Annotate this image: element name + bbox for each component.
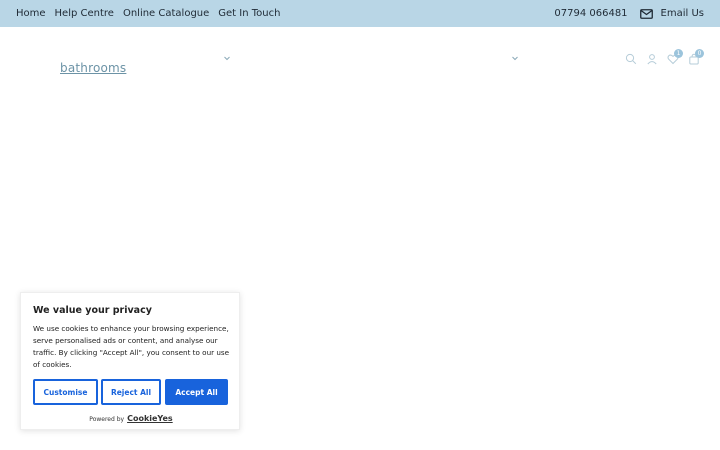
top-utility-bar: Home Help Centre Online Catalogue Get In… <box>0 0 720 27</box>
powered-by: Powered by CookieYes <box>21 414 241 423</box>
cookieyes-logo[interactable]: CookieYes <box>127 414 173 423</box>
logo[interactable]: bathrooms <box>60 61 126 75</box>
nav-help-centre-link[interactable]: Help Centre <box>55 8 114 19</box>
search-icon[interactable] <box>625 53 637 65</box>
phone-link[interactable]: 07794 066481 <box>554 8 627 19</box>
cookie-banner-description: We use cookies to enhance your browsing … <box>33 324 230 369</box>
wishlist-count-badge: 1 <box>674 49 683 58</box>
cart-count-badge: 0 <box>695 49 704 58</box>
customise-button[interactable]: Customise <box>33 379 98 405</box>
user-icon[interactable] <box>646 53 658 65</box>
chevron-down-icon[interactable] <box>223 54 231 62</box>
chevron-down-icon[interactable] <box>511 54 519 62</box>
envelope-icon[interactable] <box>639 8 653 19</box>
cookie-banner-title: We value your privacy <box>33 305 152 316</box>
top-nav: Home Help Centre Online Catalogue Get In… <box>16 8 280 19</box>
cookie-consent-banner: We value your privacy We use cookies to … <box>20 292 240 430</box>
site-header: bathrooms 1 0 <box>0 27 720 97</box>
powered-by-label: Powered by <box>89 416 125 423</box>
reject-all-button[interactable]: Reject All <box>101 379 161 405</box>
email-us-link[interactable]: Email Us <box>661 8 704 19</box>
nav-home-link[interactable]: Home <box>16 8 46 19</box>
nav-online-catalogue-link[interactable]: Online Catalogue <box>123 8 209 19</box>
nav-get-in-touch-link[interactable]: Get In Touch <box>218 8 280 19</box>
accept-all-button[interactable]: Accept All <box>165 379 228 405</box>
contact-area: 07794 066481 Email Us <box>554 0 704 27</box>
